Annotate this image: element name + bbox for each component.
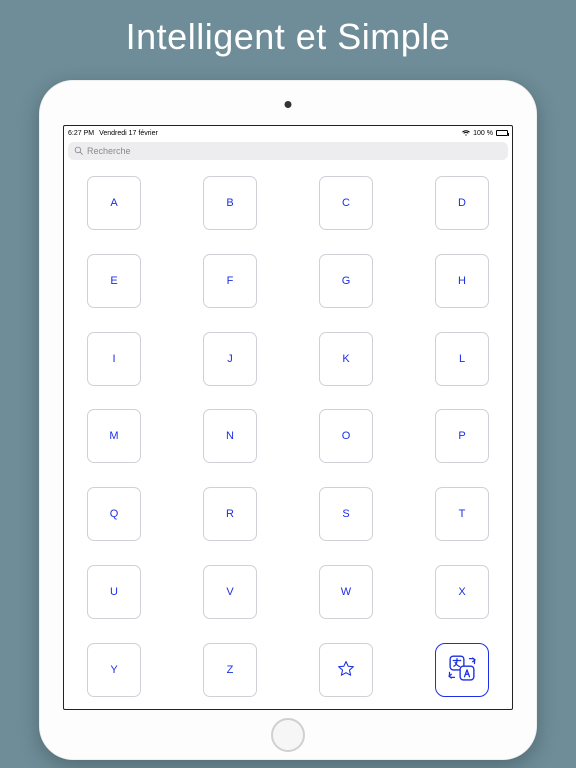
letter-card[interactable]: U — [87, 565, 141, 619]
page-headline: Intelligent et Simple — [0, 0, 576, 58]
star-icon — [337, 660, 355, 681]
letter-card[interactable]: C — [319, 176, 373, 230]
letter-card[interactable]: W — [319, 565, 373, 619]
letter-card[interactable]: N — [203, 409, 257, 463]
letter-card[interactable]: I — [87, 332, 141, 386]
status-bar: 6:27 PM Vendredi 17 février 100 % — [64, 126, 512, 140]
wifi-icon — [462, 130, 470, 136]
letter-card[interactable]: T — [435, 487, 489, 541]
letter-card[interactable]: E — [87, 254, 141, 308]
letter-card[interactable]: G — [319, 254, 373, 308]
battery-icon — [496, 130, 508, 136]
letter-card[interactable]: O — [319, 409, 373, 463]
letter-card[interactable]: S — [319, 487, 373, 541]
screen: 6:27 PM Vendredi 17 février 100 % Recher… — [63, 125, 513, 710]
letter-card[interactable]: B — [203, 176, 257, 230]
letter-card[interactable]: M — [87, 409, 141, 463]
status-date: Vendredi 17 février — [99, 130, 158, 137]
status-time: 6:27 PM — [68, 130, 94, 137]
letter-card[interactable]: Q — [87, 487, 141, 541]
letter-card[interactable]: R — [203, 487, 257, 541]
letter-card[interactable]: P — [435, 409, 489, 463]
camera-dot — [285, 101, 292, 108]
letter-card[interactable]: Y — [87, 643, 141, 697]
translate-button[interactable] — [435, 643, 489, 697]
letter-card[interactable]: L — [435, 332, 489, 386]
letter-card[interactable]: Z — [203, 643, 257, 697]
search-placeholder: Recherche — [87, 146, 131, 156]
letter-card[interactable]: V — [203, 565, 257, 619]
favorites-card[interactable] — [319, 643, 373, 697]
letter-card[interactable]: A — [87, 176, 141, 230]
letter-card[interactable]: K — [319, 332, 373, 386]
search-input[interactable]: Recherche — [68, 142, 508, 160]
letter-card[interactable]: X — [435, 565, 489, 619]
letter-card[interactable]: H — [435, 254, 489, 308]
letter-card[interactable]: J — [203, 332, 257, 386]
battery-text: 100 % — [473, 130, 493, 137]
translate-icon — [447, 653, 477, 688]
letter-card[interactable]: D — [435, 176, 489, 230]
search-icon — [74, 146, 83, 157]
home-button[interactable] — [271, 718, 305, 752]
letter-grid: A B C D E F G H I J K L M N O P Q R S T … — [64, 164, 512, 709]
letter-card[interactable]: F — [203, 254, 257, 308]
tablet-frame: 6:27 PM Vendredi 17 février 100 % Recher… — [39, 80, 537, 760]
